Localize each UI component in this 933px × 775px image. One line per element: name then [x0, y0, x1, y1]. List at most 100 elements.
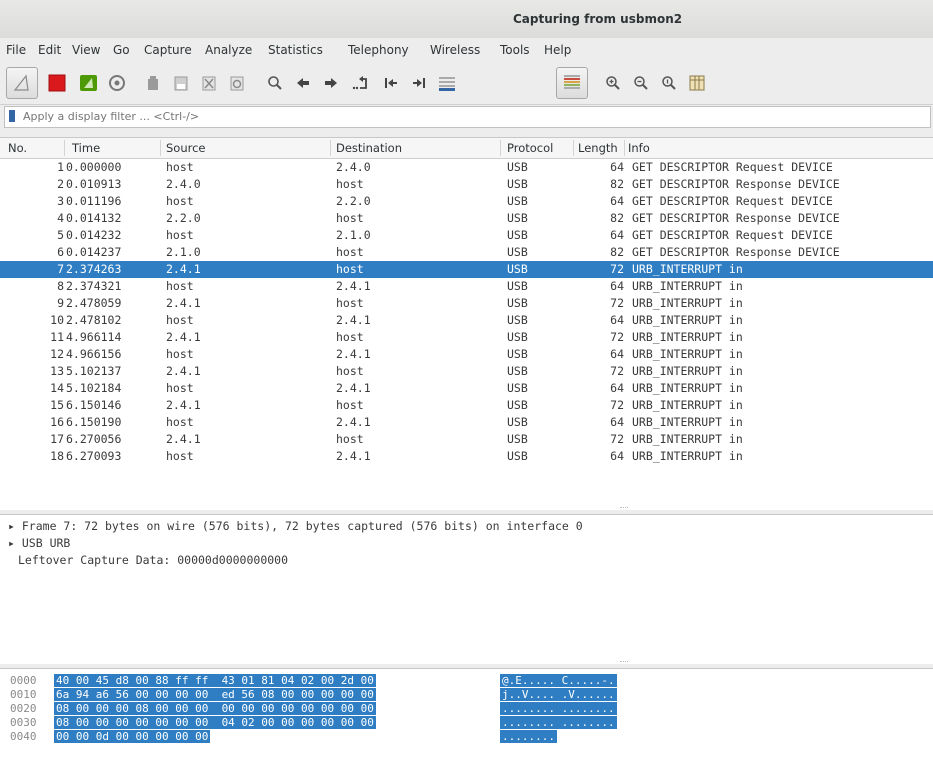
hex-row[interactable]: 0010 6a 94 a6 56 00 00 00 00 ed 56 08 00…: [0, 688, 933, 702]
reload-file-icon[interactable]: [224, 70, 250, 96]
hex-row[interactable]: 0030 08 00 00 00 00 00 00 00 04 02 00 00…: [0, 716, 933, 730]
close-file-icon[interactable]: [196, 70, 222, 96]
stop-capture-icon[interactable]: [44, 70, 70, 96]
menu-capture[interactable]: Capture: [144, 43, 192, 57]
packet-cell-no: 10: [50, 313, 64, 327]
column-header-time[interactable]: Time: [72, 141, 100, 155]
packet-cell-dst: 2.4.1: [336, 347, 371, 361]
packet-row[interactable]: 17 6.270056 2.4.1 host USB 72 URB_INTERRUPT in: [0, 431, 933, 448]
menu-tools[interactable]: Tools: [500, 43, 530, 57]
packet-list: No. Time Source Destination Protocol Len…: [0, 137, 933, 510]
packet-cell-len: 64: [610, 194, 624, 208]
menu-edit[interactable]: Edit: [38, 43, 61, 57]
normal-size-icon[interactable]: [656, 70, 682, 96]
hex-row[interactable]: 0040 00 00 0d 00 00 00 00 00 ........: [0, 730, 933, 744]
packet-row[interactable]: 13 5.102137 2.4.1 host USB 72 URB_INTERRUPT in: [0, 363, 933, 380]
packet-row[interactable]: 2 0.010913 2.4.0 host USB 82 GET DESCRIPTOR Re…: [0, 176, 933, 193]
detail-leftover-data[interactable]: Leftover Capture Data: 00000d0000000000: [18, 553, 288, 567]
packet-cell-time: 2.478059: [66, 296, 122, 310]
packet-row[interactable]: 7 2.374263 2.4.1 host USB 72 URB_INTERRUPT in: [0, 261, 933, 278]
packet-row[interactable]: 16 6.150190 host 2.4.1 USB 64 URB_INTERRUPT in: [0, 414, 933, 431]
packet-cell-no: 12: [50, 347, 64, 361]
column-header-info[interactable]: Info: [628, 141, 650, 155]
packet-cell-proto: USB: [507, 160, 528, 174]
menu-help[interactable]: Help: [544, 43, 571, 57]
packet-cell-src: 2.4.0: [166, 177, 201, 191]
pane-splitter[interactable]: [620, 507, 628, 510]
column-header-source[interactable]: Source: [166, 141, 206, 155]
go-first-icon[interactable]: [378, 70, 404, 96]
column-header-no[interactable]: No.: [8, 141, 27, 155]
menu-statistics[interactable]: Statistics: [268, 43, 323, 57]
hex-row[interactable]: 0000 40 00 45 d8 00 88 ff ff 43 01 81 04…: [0, 674, 933, 688]
auto-scroll-icon[interactable]: [434, 70, 460, 96]
packet-row[interactable]: 6 0.014237 2.1.0 host USB 82 GET DESCRIPTOR Re…: [0, 244, 933, 261]
packet-cell-time: 5.102137: [66, 364, 122, 378]
packet-row[interactable]: 18 6.270093 host 2.4.1 USB 64 URB_INTERRUPT in: [0, 448, 933, 465]
menu-go[interactable]: Go: [113, 43, 130, 57]
packet-cell-src: 2.4.1: [166, 262, 201, 276]
packet-cell-proto: USB: [507, 347, 528, 361]
packet-cell-dst: 2.2.0: [336, 194, 371, 208]
column-header-protocol[interactable]: Protocol: [507, 141, 553, 155]
menu-bar: File Edit View Go Capture Analyze Statis…: [0, 38, 933, 62]
packet-row[interactable]: 14 5.102184 host 2.4.1 USB 64 URB_INTERRUPT in: [0, 380, 933, 397]
go-back-icon[interactable]: [290, 70, 316, 96]
save-file-icon[interactable]: [168, 70, 194, 96]
packet-cell-src: host: [166, 449, 194, 463]
menu-wireless[interactable]: Wireless: [430, 43, 480, 57]
menu-view[interactable]: View: [72, 43, 100, 57]
detail-frame[interactable]: ▸ Frame 7: 72 bytes on wire (576 bits), …: [8, 519, 583, 533]
expand-arrow-icon[interactable]: ▸: [8, 536, 15, 550]
packet-cell-info: URB_INTERRUPT in: [632, 296, 743, 310]
packet-cell-dst: host: [336, 245, 364, 259]
packet-cell-src: 2.2.0: [166, 211, 201, 225]
display-filter-bar: [4, 106, 931, 128]
packet-cell-no: 2: [57, 177, 64, 191]
packet-row[interactable]: 1 0.000000 host 2.4.0 USB 64 GET DESCRIPTOR Re…: [0, 159, 933, 176]
menu-file[interactable]: File: [6, 43, 26, 57]
menu-telephony[interactable]: Telephony: [348, 43, 409, 57]
packet-row[interactable]: 10 2.478102 host 2.4.1 USB 64 URB_INTERRUPT in: [0, 312, 933, 329]
packet-cell-dst: 2.4.1: [336, 449, 371, 463]
expand-arrow-icon[interactable]: ▸: [8, 519, 15, 533]
restart-capture-icon[interactable]: [76, 70, 102, 96]
display-filter-input[interactable]: [23, 108, 903, 124]
go-forward-icon[interactable]: [318, 70, 344, 96]
packet-row[interactable]: 11 4.966114 2.4.1 host USB 72 URB_INTERRUPT in: [0, 329, 933, 346]
open-file-icon[interactable]: [140, 70, 166, 96]
zoom-in-icon[interactable]: [600, 70, 626, 96]
packet-cell-proto: USB: [507, 398, 528, 412]
packet-cell-dst: 2.4.0: [336, 160, 371, 174]
packet-cell-time: 0.014237: [66, 245, 122, 259]
shark-fin-start-icon[interactable]: [6, 67, 38, 99]
colorize-icon[interactable]: [556, 67, 588, 99]
find-packet-icon[interactable]: [262, 70, 288, 96]
packet-row[interactable]: 12 4.966156 host 2.4.1 USB 64 URB_INTERRUPT in: [0, 346, 933, 363]
packet-row[interactable]: 5 0.014232 host 2.1.0 USB 64 GET DESCRIPTOR Re…: [0, 227, 933, 244]
zoom-out-icon[interactable]: [628, 70, 654, 96]
packet-cell-proto: USB: [507, 262, 528, 276]
column-header-destination[interactable]: Destination: [336, 141, 402, 155]
packet-cell-info: URB_INTERRUPT in: [632, 449, 743, 463]
packet-row[interactable]: 4 0.014132 2.2.0 host USB 82 GET DESCRIPTOR Re…: [0, 210, 933, 227]
packet-row[interactable]: 8 2.374321 host 2.4.1 USB 64 URB_INTERRUPT in: [0, 278, 933, 295]
packet-row[interactable]: 9 2.478059 2.4.1 host USB 72 URB_INTERRUPT in: [0, 295, 933, 312]
packet-row[interactable]: 15 6.150146 2.4.1 host USB 72 URB_INTERRUPT in: [0, 397, 933, 414]
packet-cell-info: GET DESCRIPTOR Response DEVICE: [632, 245, 840, 259]
go-last-icon[interactable]: [406, 70, 432, 96]
column-header-length[interactable]: Length: [578, 141, 618, 155]
packet-row[interactable]: 3 0.011196 host 2.2.0 USB 64 GET DESCRIPTOR Re…: [0, 193, 933, 210]
capture-options-icon[interactable]: [104, 70, 130, 96]
detail-usb-urb[interactable]: ▸ USB URB: [8, 536, 70, 550]
bookmark-icon[interactable]: [9, 110, 15, 122]
hex-row[interactable]: 0020 08 00 00 00 08 00 00 00 00 00 00 00…: [0, 702, 933, 716]
pane-splitter[interactable]: [620, 661, 628, 664]
packet-cell-len: 64: [610, 347, 624, 361]
resize-columns-icon[interactable]: [684, 70, 710, 96]
packet-cell-len: 64: [610, 313, 624, 327]
menu-analyze[interactable]: Analyze: [205, 43, 252, 57]
go-to-packet-icon[interactable]: [348, 70, 374, 96]
packet-cell-len: 64: [610, 381, 624, 395]
packet-cell-info: URB_INTERRUPT in: [632, 364, 743, 378]
